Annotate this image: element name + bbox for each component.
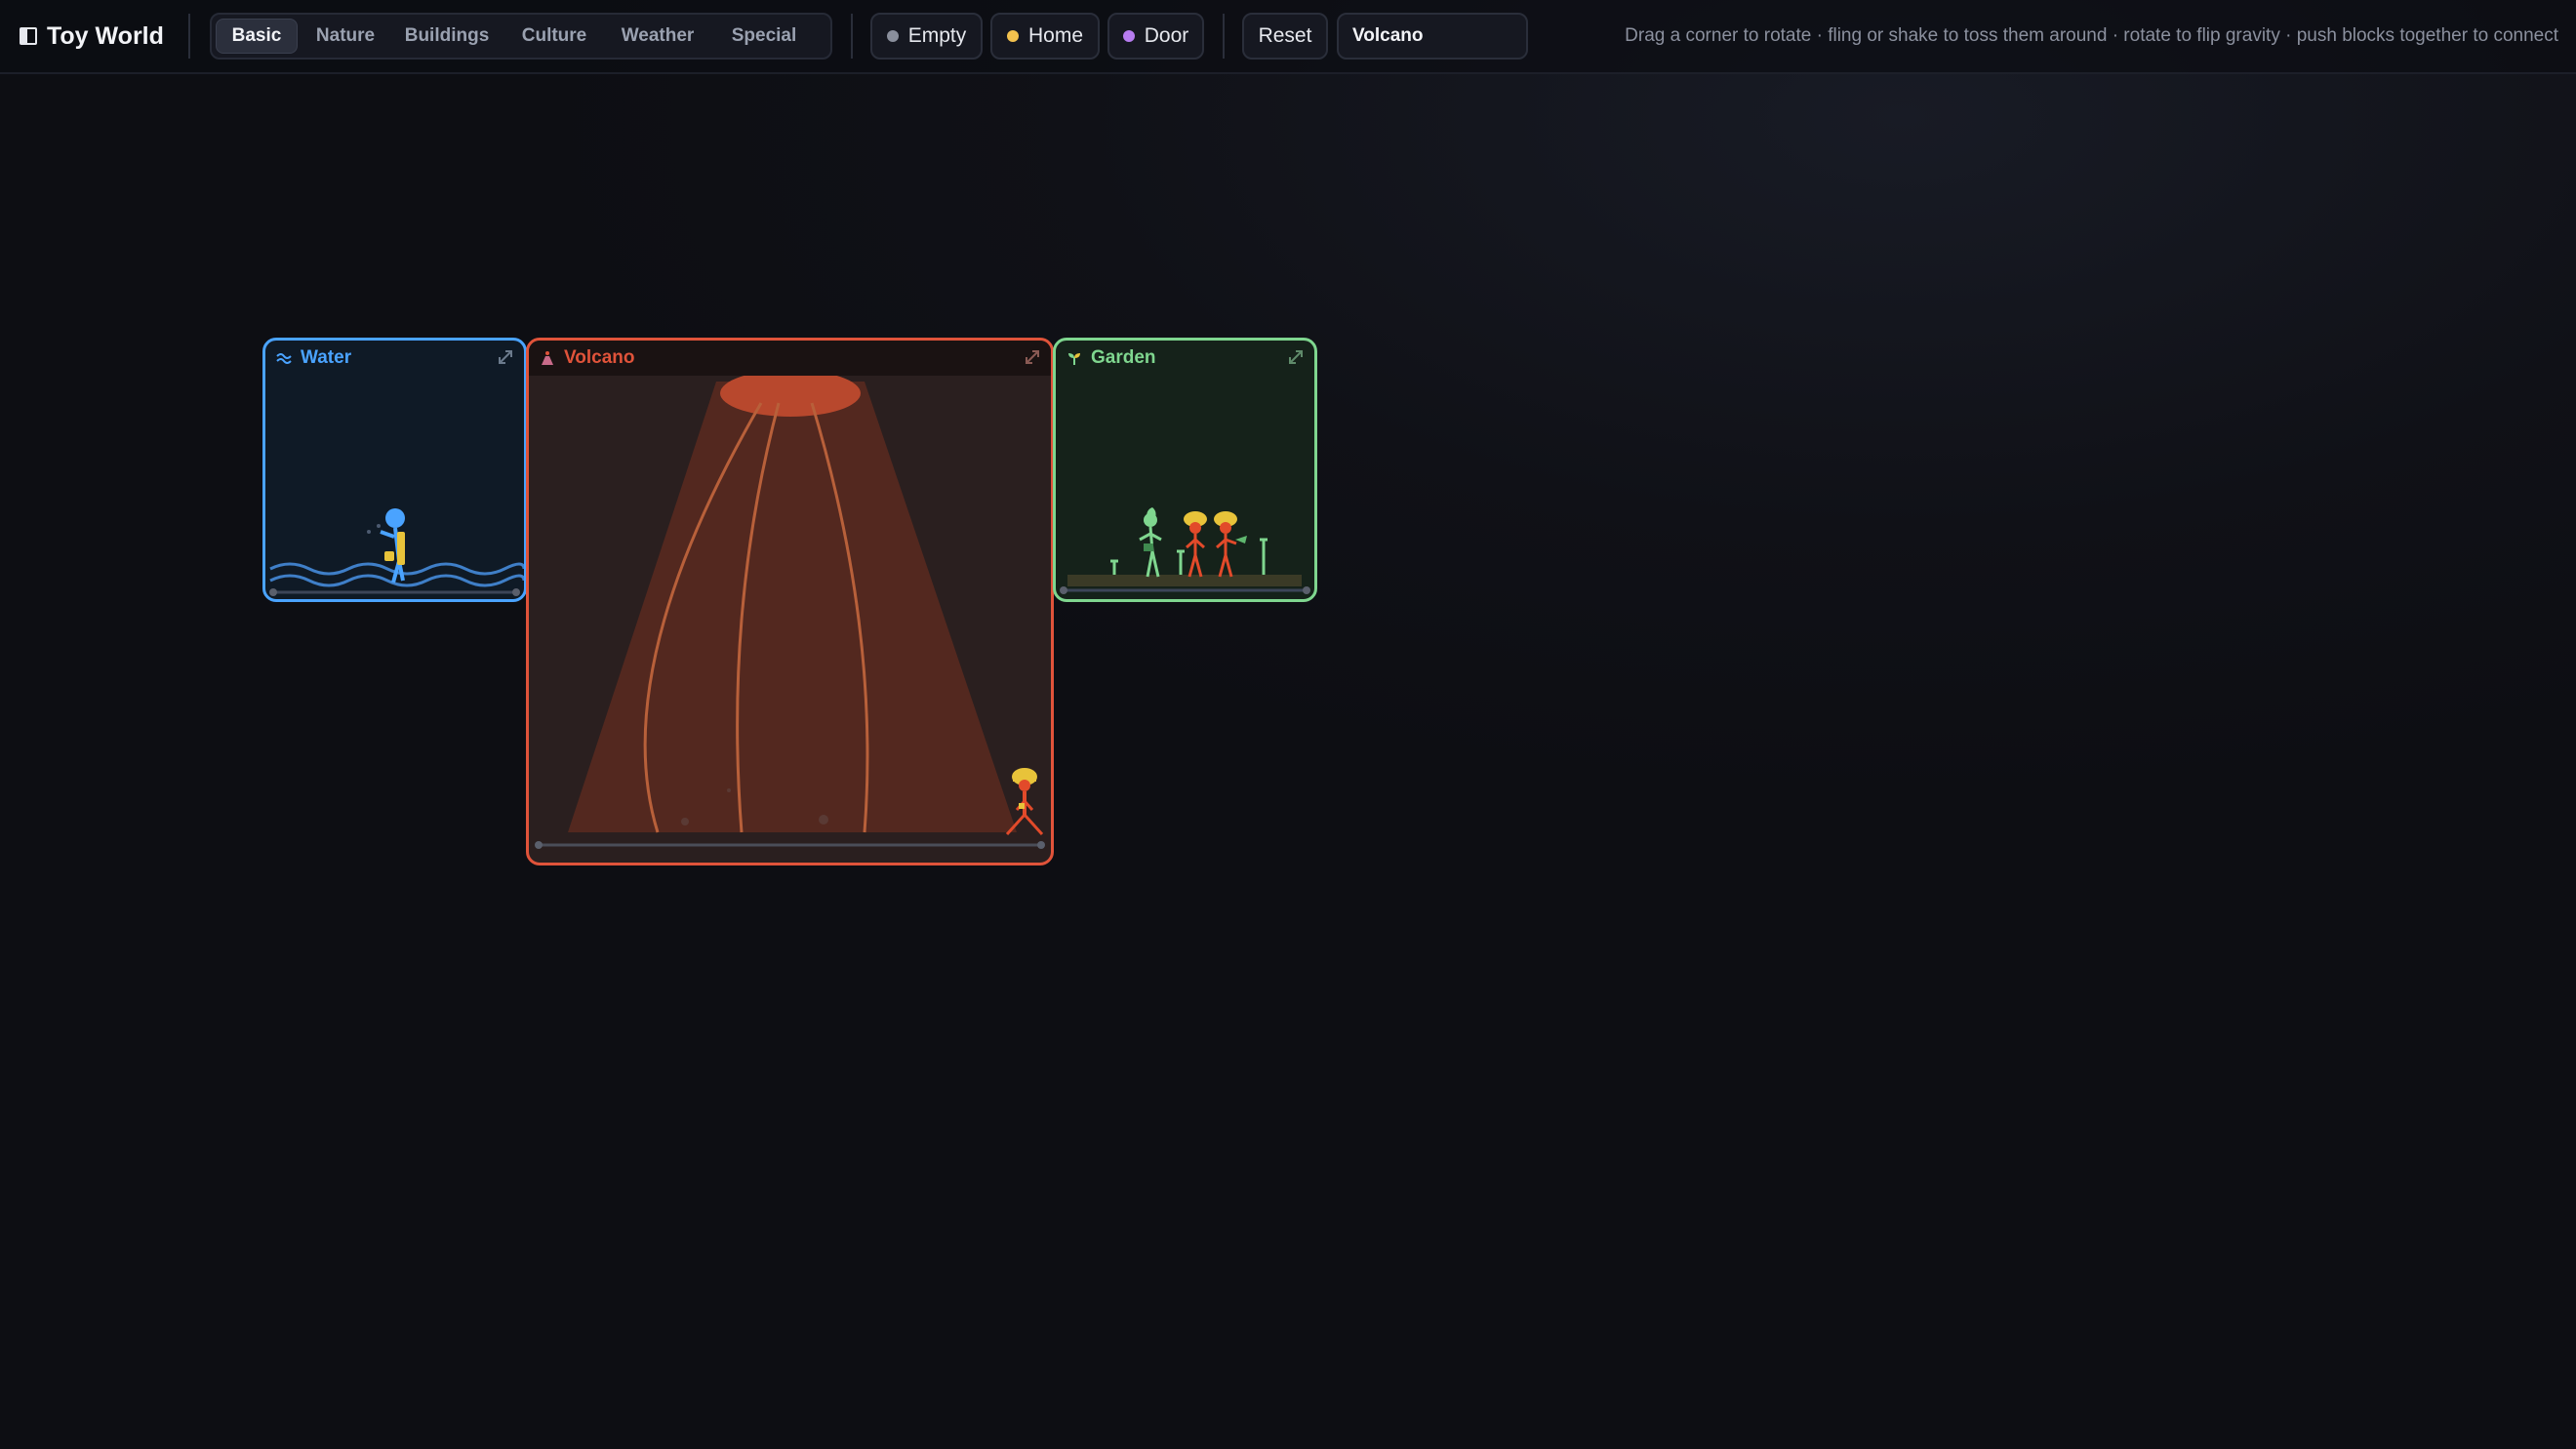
preset-home-button[interactable]: Home	[990, 13, 1100, 60]
preset-label: Home	[1027, 24, 1084, 47]
gardener-figure	[1139, 507, 1162, 578]
wave-icon	[275, 349, 293, 367]
block-title: Garden	[1091, 347, 1156, 368]
block-title: Volcano	[564, 347, 635, 368]
preset-door-button[interactable]: Door	[1107, 13, 1204, 60]
preset-empty-button[interactable]: Empty	[870, 13, 983, 60]
preset-label: Empty	[907, 24, 967, 47]
home-dot-icon	[1006, 30, 1019, 42]
tab-basic[interactable]: Basic	[216, 19, 298, 54]
category-tabs: Basic Nature Buildings Culture Weather S…	[210, 13, 832, 60]
divider	[851, 14, 853, 59]
block-header: Volcano	[529, 341, 1051, 376]
volcano-block[interactable]: Volcano	[526, 338, 1054, 865]
block-header: Water	[265, 341, 524, 376]
app-brand[interactable]: Toy World	[20, 20, 164, 53]
divider	[1223, 14, 1225, 59]
search-input[interactable]	[1337, 13, 1528, 60]
water-block[interactable]: Water	[262, 338, 527, 602]
door-dot-icon	[1122, 30, 1135, 42]
empty-dot-icon	[886, 30, 899, 42]
volcano-scene	[529, 341, 1051, 863]
garden-block[interactable]: Garden	[1053, 338, 1317, 602]
gardener-figure	[1184, 511, 1207, 578]
divider	[188, 14, 190, 59]
tab-special[interactable]: Special	[715, 19, 813, 54]
preset-label: Door	[1144, 24, 1189, 47]
block-title: Water	[301, 347, 352, 368]
sprout-icon	[1066, 349, 1083, 367]
gardener-figure	[1214, 511, 1247, 578]
sidebar-toggle-icon	[20, 27, 37, 45]
expand-icon[interactable]	[1285, 346, 1307, 368]
tab-buildings[interactable]: Buildings	[393, 19, 501, 54]
water-scene	[265, 376, 524, 599]
tab-nature[interactable]: Nature	[305, 19, 385, 54]
expand-icon[interactable]	[495, 346, 516, 368]
block-header: Garden	[1056, 341, 1314, 376]
expand-icon[interactable]	[1022, 346, 1043, 368]
tab-culture[interactable]: Culture	[508, 19, 600, 54]
app-title: Toy World	[47, 21, 164, 50]
hint-text: Drag a corner to rotate · fling or shake…	[1625, 25, 2558, 46]
tab-weather[interactable]: Weather	[608, 19, 707, 54]
reset-button[interactable]: Reset	[1242, 13, 1328, 60]
top-toolbar: Toy World Basic Nature Buildings Culture…	[0, 0, 2576, 74]
volcano-icon	[539, 349, 556, 367]
garden-scene	[1056, 376, 1314, 599]
